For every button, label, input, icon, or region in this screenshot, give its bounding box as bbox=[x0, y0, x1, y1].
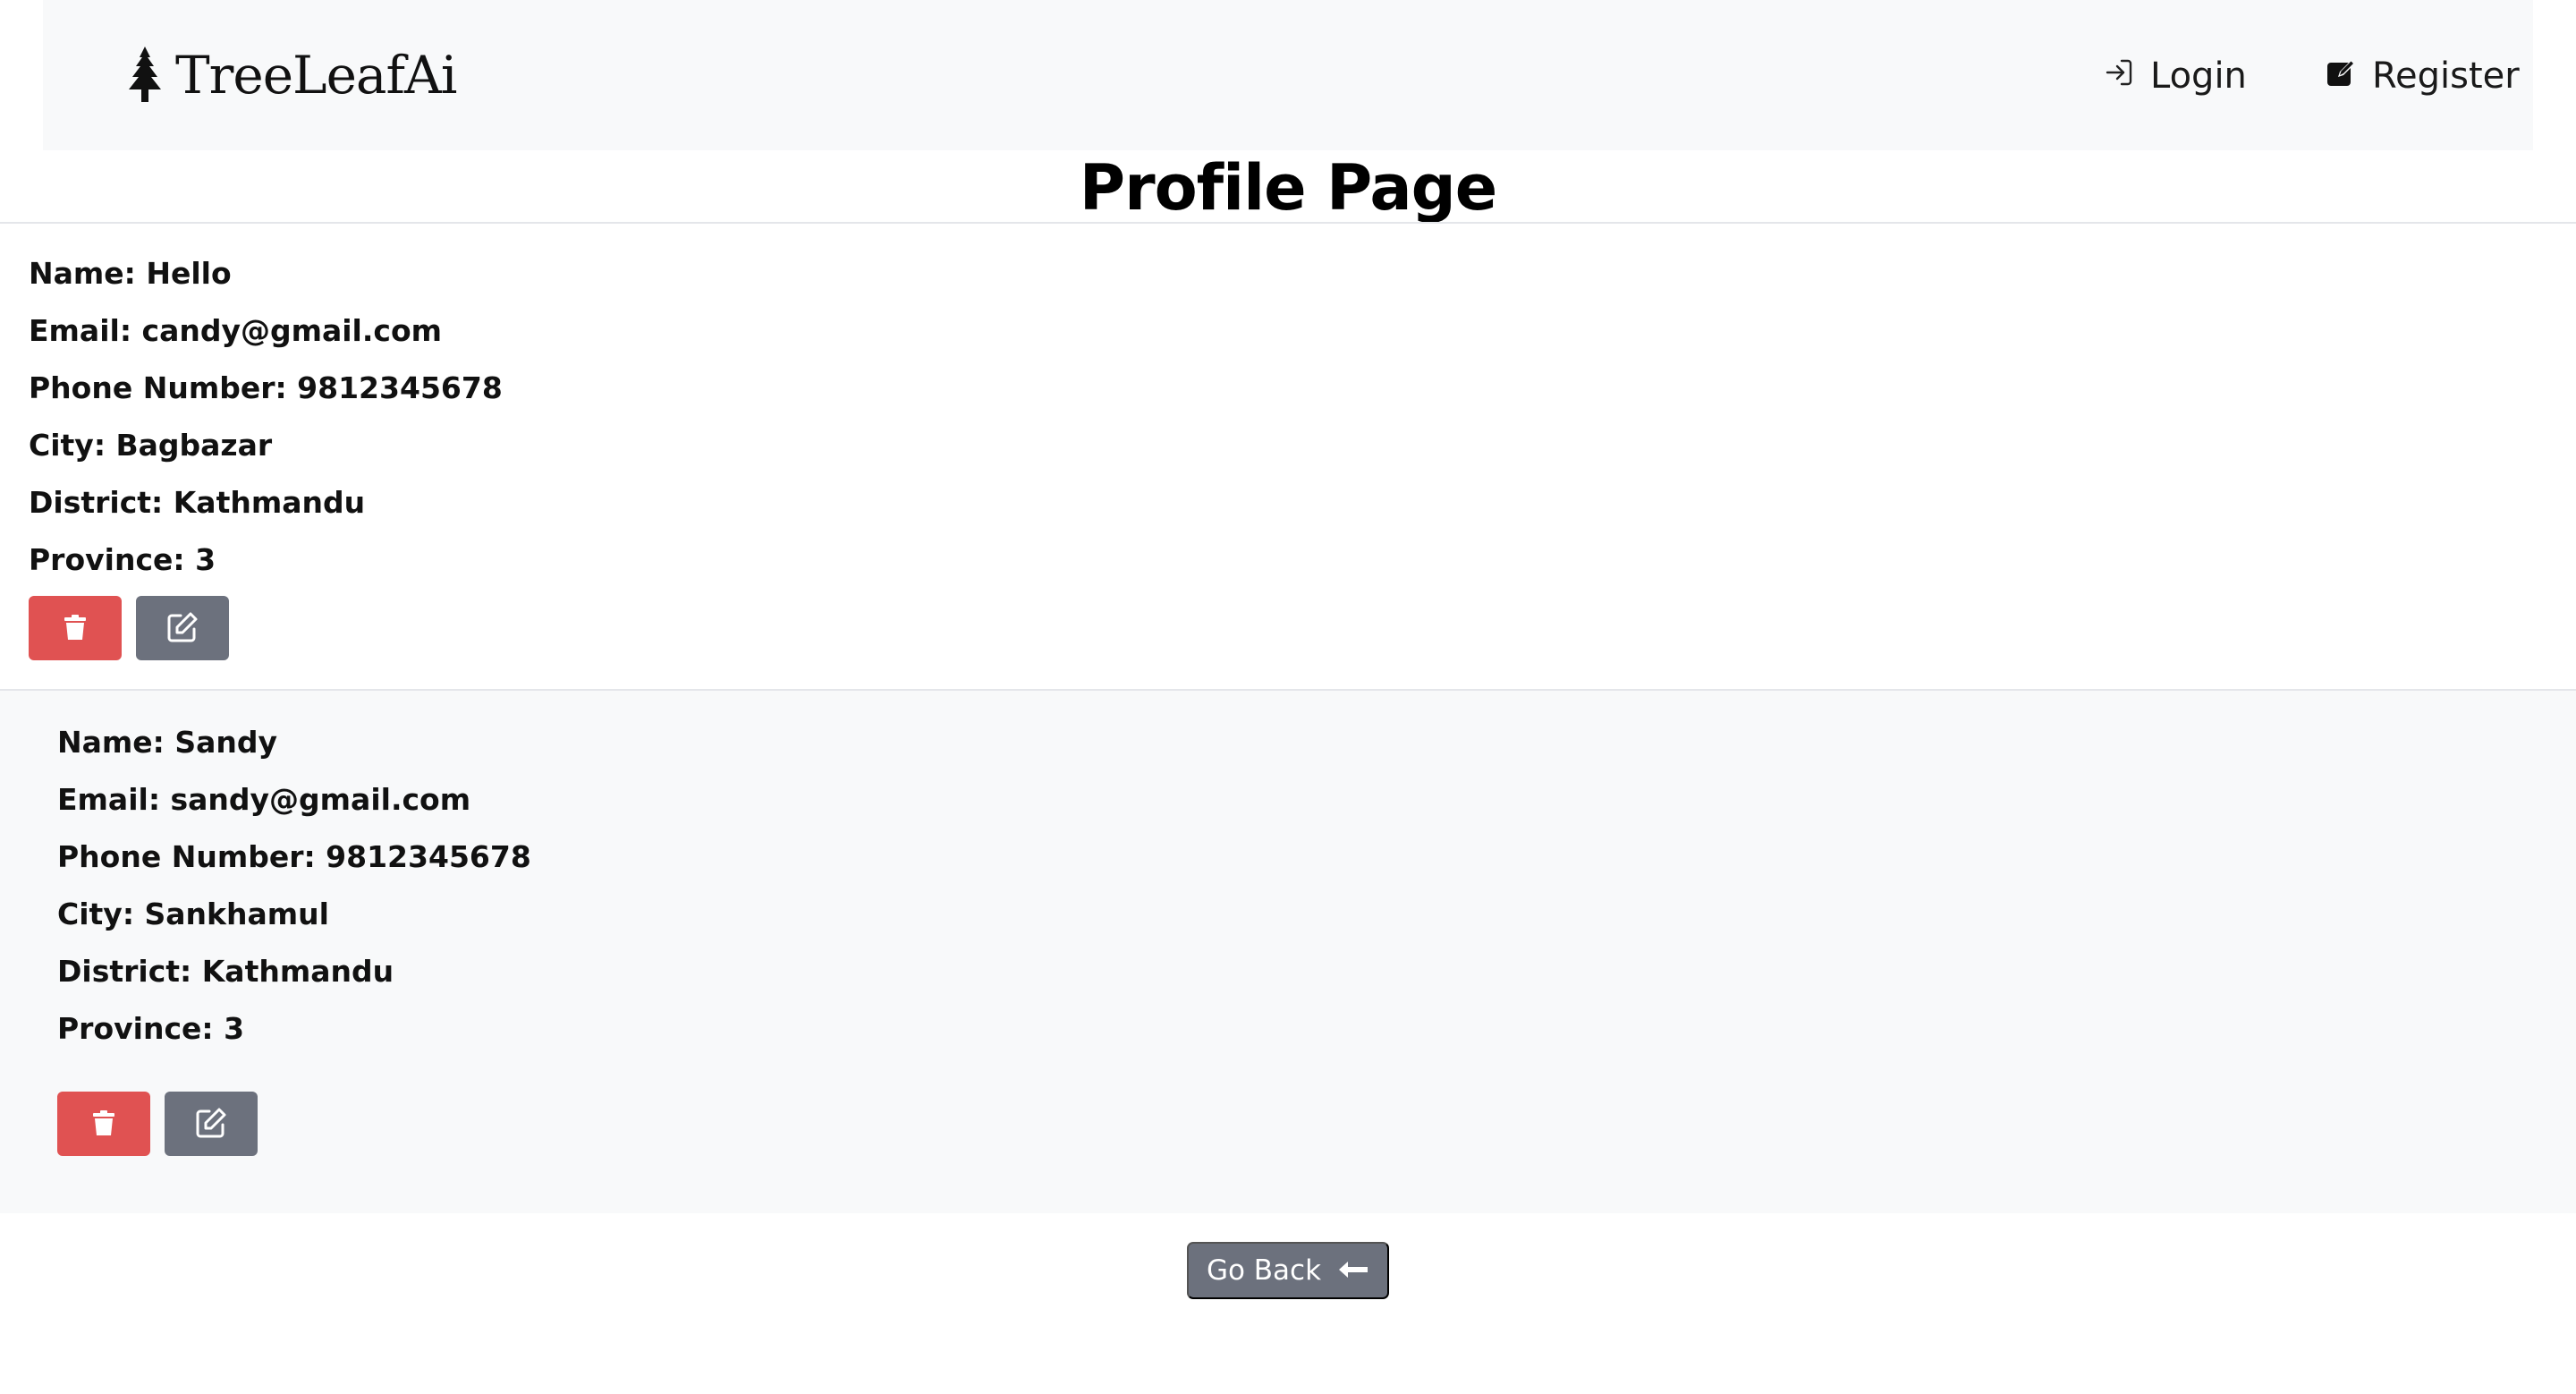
edit-icon bbox=[165, 610, 199, 647]
go-back-label: Go Back bbox=[1206, 1254, 1322, 1287]
profile-phone: Phone Number: 9812345678 bbox=[29, 370, 503, 405]
profile-city: City: Bagbazar bbox=[29, 428, 273, 463]
page-title: Profile Page bbox=[1079, 151, 1497, 225]
profile-email: Email: sandy@gmail.com bbox=[57, 782, 471, 817]
profile-city: City: Sankhamul bbox=[57, 897, 329, 931]
login-icon bbox=[2104, 55, 2150, 97]
delete-button[interactable] bbox=[29, 596, 122, 660]
trash-icon bbox=[64, 614, 87, 643]
profile-province: Province: 3 bbox=[29, 542, 216, 577]
profile-district: District: Kathmandu bbox=[29, 485, 366, 520]
tree-icon[interactable] bbox=[122, 45, 168, 106]
edit-icon bbox=[194, 1106, 228, 1143]
edit-button[interactable] bbox=[165, 1092, 258, 1156]
edit-button[interactable] bbox=[136, 596, 229, 660]
trash-icon bbox=[92, 1109, 115, 1139]
profile-phone: Phone Number: 9812345678 bbox=[57, 839, 531, 874]
nav-register-label: Register bbox=[2372, 55, 2520, 97]
nav-login-label: Login bbox=[2150, 55, 2247, 97]
nav-register-link[interactable]: Register bbox=[2326, 50, 2520, 102]
profile-district: District: Kathmandu bbox=[57, 954, 394, 989]
profile-name: Name: Sandy bbox=[57, 725, 278, 760]
profile-card: Name: Sandy Email: sandy@gmail.com Phone… bbox=[0, 691, 2576, 1213]
arrow-left-icon bbox=[1321, 1254, 1369, 1287]
nav-login-link[interactable]: Login bbox=[2104, 50, 2247, 102]
navbar: TreeLeafAi Login Register bbox=[43, 0, 2533, 150]
edit-square-icon bbox=[2326, 55, 2372, 97]
profile-name: Name: Hello bbox=[29, 256, 232, 291]
profile-email: Email: candy@gmail.com bbox=[29, 313, 443, 348]
profile-card: Name: Hello Email: candy@gmail.com Phone… bbox=[0, 224, 2576, 689]
brand-name[interactable]: TreeLeafAi bbox=[175, 43, 457, 107]
profile-province: Province: 3 bbox=[57, 1011, 245, 1046]
delete-button[interactable] bbox=[57, 1092, 150, 1156]
go-back-button[interactable]: Go Back bbox=[1187, 1242, 1389, 1299]
